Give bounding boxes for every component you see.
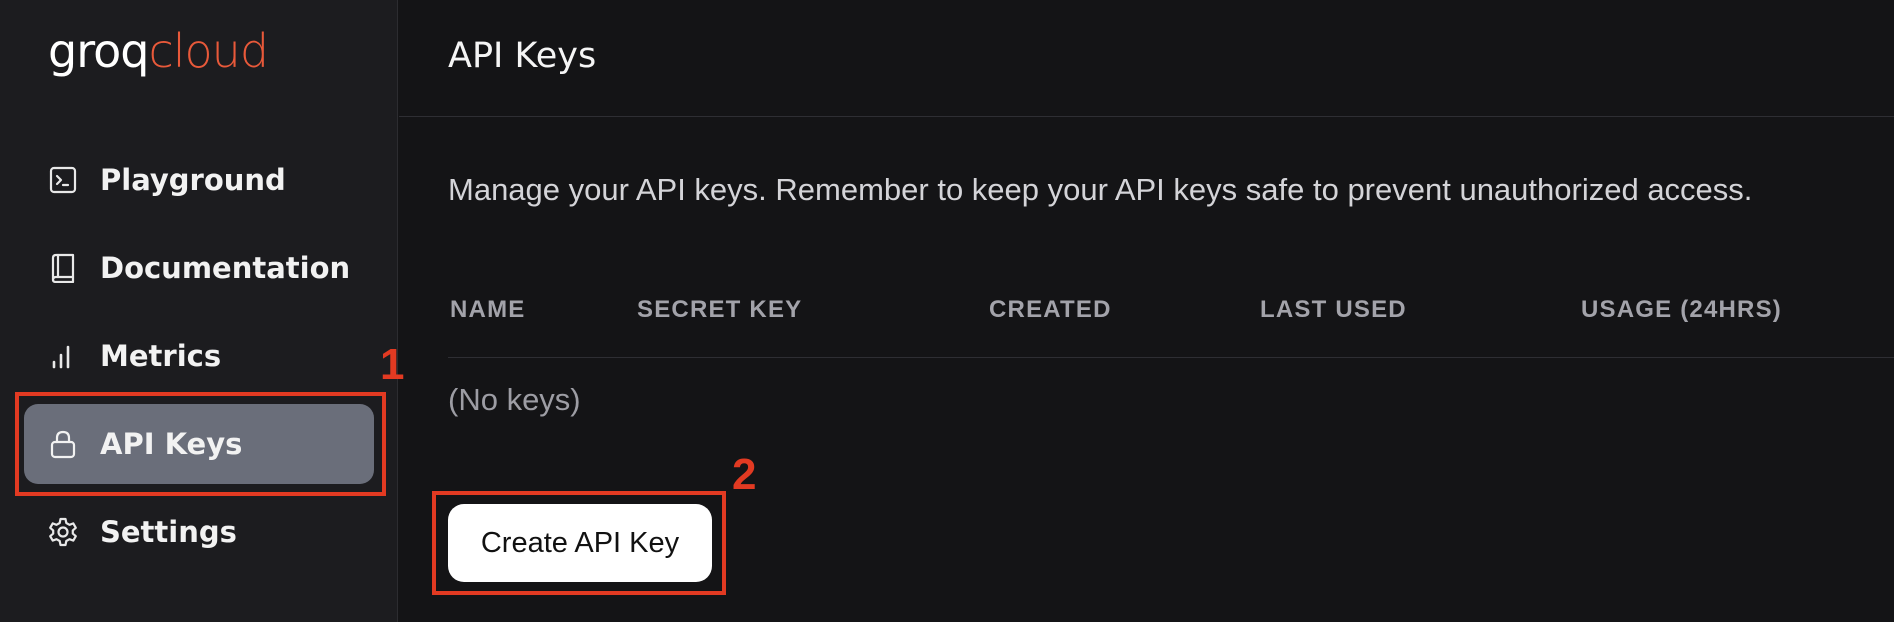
sidebar-item-label: Playground <box>100 163 286 197</box>
page-description: Manage your API keys. Remember to keep y… <box>448 172 1753 207</box>
sidebar-item-label: Metrics <box>100 339 222 373</box>
terminal-icon <box>48 165 78 195</box>
sidebar-item-settings[interactable]: Settings <box>24 492 374 572</box>
sidebar-item-label: API Keys <box>100 427 243 461</box>
main-content: API Keys Manage your API keys. Remember … <box>399 0 1894 622</box>
empty-state-text: (No keys) <box>448 382 581 417</box>
sidebar-item-metrics[interactable]: Metrics <box>24 316 374 396</box>
logo-cloud: cloud <box>148 24 269 78</box>
annotation-marker-1: 1 <box>380 340 405 389</box>
sidebar-item-label: Documentation <box>100 251 351 285</box>
groqcloud-logo[interactable]: groqcloud <box>48 28 269 74</box>
create-api-key-button[interactable]: Create API Key <box>448 504 712 582</box>
column-header-usage: USAGE (24HRS) <box>1581 296 1782 323</box>
sidebar-item-documentation[interactable]: Documentation <box>24 228 374 308</box>
column-header-secret-key: SECRET KEY <box>637 296 803 323</box>
lock-icon <box>48 429 78 459</box>
app-window: groqcloud Playground Documentation Metri… <box>0 0 1894 622</box>
sidebar-item-label: Settings <box>100 515 237 549</box>
table-divider <box>448 357 1894 358</box>
gear-icon <box>48 517 78 547</box>
sidebar-item-playground[interactable]: Playground <box>24 140 374 220</box>
column-header-created: CREATED <box>989 296 1112 323</box>
page-header: API Keys <box>399 0 1894 117</box>
page-title: API Keys <box>448 36 597 76</box>
column-header-name: NAME <box>450 296 526 323</box>
sidebar: groqcloud Playground Documentation Metri… <box>0 0 398 622</box>
logo-groq: groq <box>48 24 149 78</box>
annotation-marker-2: 2 <box>732 450 757 499</box>
sidebar-item-api-keys[interactable]: API Keys <box>24 404 374 484</box>
book-icon <box>48 253 78 283</box>
column-header-last-used: LAST USED <box>1260 296 1407 323</box>
bar-chart-icon <box>48 341 78 371</box>
